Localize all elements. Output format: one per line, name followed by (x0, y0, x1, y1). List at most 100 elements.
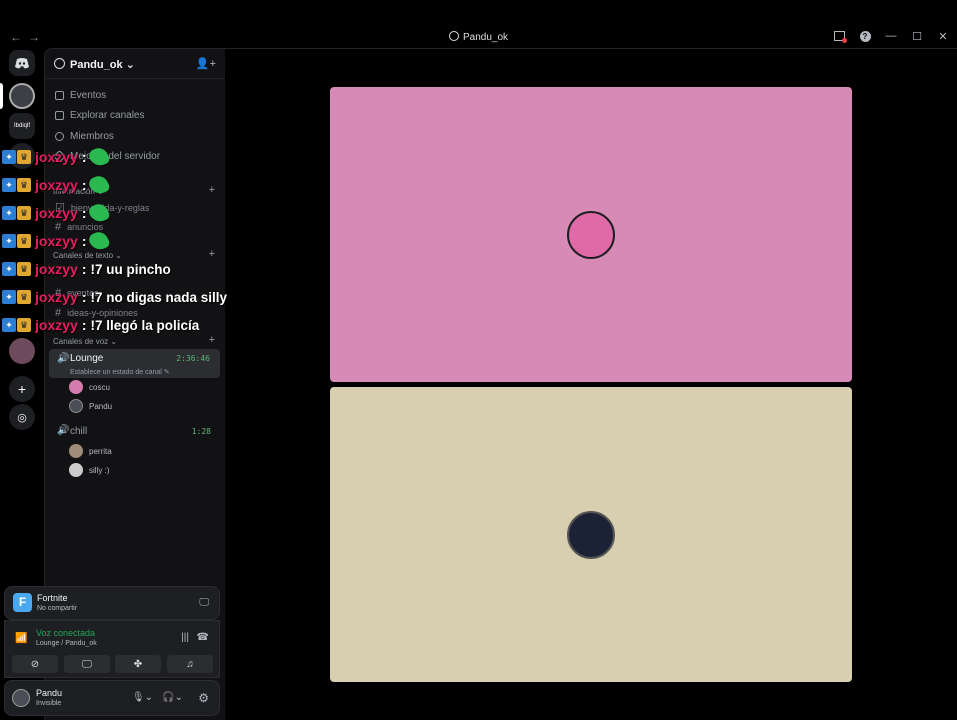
avatar[interactable] (12, 689, 30, 707)
server-icon (448, 31, 459, 41)
emote-icon (87, 229, 112, 253)
fortnite-icon: F (13, 593, 32, 612)
chat-badges: ✦ ♛ (2, 290, 31, 304)
avatar (567, 210, 615, 259)
voice-member[interactable]: coscu (69, 380, 110, 394)
help-icon[interactable]: ? (859, 30, 871, 42)
speaker-icon: 🔊 (57, 353, 70, 364)
moderator-badge-icon: ✦ (2, 262, 16, 276)
discord-home-icon[interactable] (9, 50, 35, 76)
avatar (69, 463, 83, 477)
chat-message: ✦ ♛ joxzyy: (2, 228, 112, 254)
add-server-icon[interactable]: + (9, 376, 35, 402)
emote-icon (87, 173, 112, 197)
chat-message: ✦ ♛ joxzyy: (2, 172, 112, 198)
members-icon (55, 131, 64, 141)
noise-suppression-icon[interactable]: ||| (181, 632, 189, 643)
voice-stage (225, 48, 957, 720)
nav-events[interactable]: Eventos (55, 86, 106, 104)
chat-message: ✦ ♛ joxzyy: !7 no digas nada silly (2, 284, 227, 310)
speaker-icon: 🔊 (57, 425, 70, 436)
screen-share-icon: 🖵 (82, 658, 92, 670)
close-icon[interactable]: ✕ (937, 30, 949, 43)
add-channel-icon[interactable]: + (209, 248, 215, 260)
connection-icon: 📶 (15, 633, 28, 644)
chat-badges: ✦ ♛ (2, 150, 31, 164)
crown-badge-icon: ♛ (17, 150, 31, 164)
camera-off-icon: ⊘ (30, 658, 40, 670)
selected-server-indicator (0, 83, 3, 109)
crown-badge-icon: ♛ (17, 290, 31, 304)
soundboard-icon: ♫ (186, 658, 194, 670)
moderator-badge-icon: ✦ (2, 178, 16, 192)
activities-icon: ✤ (133, 658, 143, 670)
video-tile-pandu[interactable] (330, 387, 852, 682)
server-header[interactable]: Pandu_ok ⌄ 👤+ (45, 49, 226, 79)
crown-badge-icon: ♛ (17, 262, 31, 276)
chat-badges: ✦ ♛ (2, 206, 31, 220)
voice-member[interactable]: silly :) (69, 463, 109, 477)
chat-message: ✦ ♛ joxzyy: !7 llegó la policía (2, 312, 199, 338)
voice-channel-chill[interactable]: chill (70, 426, 87, 437)
discover-icon[interactable]: ◎ (9, 404, 35, 430)
chat-badges: ✦ ♛ (2, 178, 31, 192)
minimize-icon[interactable]: — (885, 30, 897, 42)
server-name: Pandu_ok ⌄ (70, 59, 135, 71)
window-title: Pandu_ok (0, 31, 957, 43)
chat-badges: ✦ ♛ (2, 318, 31, 332)
browse-icon (55, 110, 64, 120)
avatar (69, 399, 83, 413)
crown-badge-icon: ♛ (17, 178, 31, 192)
server-ibdiqlf[interactable]: Ibdiqlf (9, 113, 35, 139)
soundboard-button[interactable]: ♫ (167, 655, 213, 673)
emote-icon (87, 201, 112, 225)
user-panel: Pandu Invisible 🎙⌄ 🎧⌄ ⚙ (4, 680, 220, 716)
activities-button[interactable]: ✤ (115, 655, 161, 673)
video-tile-coscu[interactable] (330, 87, 852, 382)
inbox-icon[interactable] (833, 30, 847, 43)
chat-message: ✦ ♛ joxzyy: (2, 144, 112, 170)
nav-members[interactable]: Miembros (55, 127, 114, 145)
maximize-icon[interactable]: ☐ (911, 30, 923, 43)
emote-icon (87, 145, 112, 169)
settings-gear-icon[interactable]: ⚙ (198, 691, 209, 705)
camera-off-button[interactable]: ⊘ (12, 655, 58, 673)
crown-badge-icon: ♛ (17, 206, 31, 220)
headphones-icon[interactable]: 🎧⌄ (162, 692, 183, 703)
server-avatar-pink[interactable] (9, 338, 35, 364)
voice-member[interactable]: Pandu (69, 399, 112, 413)
share-screen-button[interactable]: 🖵 (64, 655, 110, 673)
title-bar: ←→ Pandu_ok ? — ☐ ✕ (0, 0, 957, 48)
server-icon (54, 58, 65, 69)
category-voice[interactable]: Canales de voz ⌄ (53, 337, 117, 346)
chat-message: ✦ ♛ joxzyy: (2, 200, 112, 226)
nav-browse-channels[interactable]: Explorar canales (55, 106, 144, 124)
avatar (69, 380, 83, 394)
moderator-badge-icon: ✦ (2, 150, 16, 164)
crown-badge-icon: ♛ (17, 318, 31, 332)
avatar (69, 444, 83, 458)
chat-badges: ✦ ♛ (2, 262, 31, 276)
screen-share-icon[interactable]: 🖵 (199, 597, 209, 608)
channel-status[interactable]: Establece un estado de canal ✎ (70, 368, 170, 376)
chat-message: ✦ ♛ joxzyy: !7 uu pincho (2, 256, 171, 282)
crown-badge-icon: ♛ (17, 234, 31, 248)
add-channel-icon[interactable]: + (209, 184, 215, 196)
window-controls: ? — ☐ ✕ (833, 30, 949, 43)
moderator-badge-icon: ✦ (2, 290, 16, 304)
add-channel-icon[interactable]: + (209, 334, 215, 346)
microphone-icon[interactable]: 🎙⌄ (132, 692, 153, 703)
moderator-badge-icon: ✦ (2, 206, 16, 220)
chat-badges: ✦ ♛ (2, 234, 31, 248)
server-pandu-ok[interactable] (9, 83, 35, 109)
disconnect-icon[interactable]: ☎ (197, 632, 209, 643)
calendar-icon (55, 90, 64, 100)
voice-channel-lounge[interactable]: 🔊 Lounge 2:36:46 Establece un estado de … (49, 349, 220, 378)
avatar (567, 510, 615, 559)
voice-connected-panel: 📶 Voz conectada Lounge / Pandu_ok ||| ☎ … (4, 620, 220, 678)
invite-people-icon[interactable]: 👤+ (196, 57, 216, 70)
activity-panel: F Fortnite No compartir 🖵 (4, 586, 220, 620)
moderator-badge-icon: ✦ (2, 234, 16, 248)
voice-member[interactable]: perrita (69, 444, 112, 458)
moderator-badge-icon: ✦ (2, 318, 16, 332)
